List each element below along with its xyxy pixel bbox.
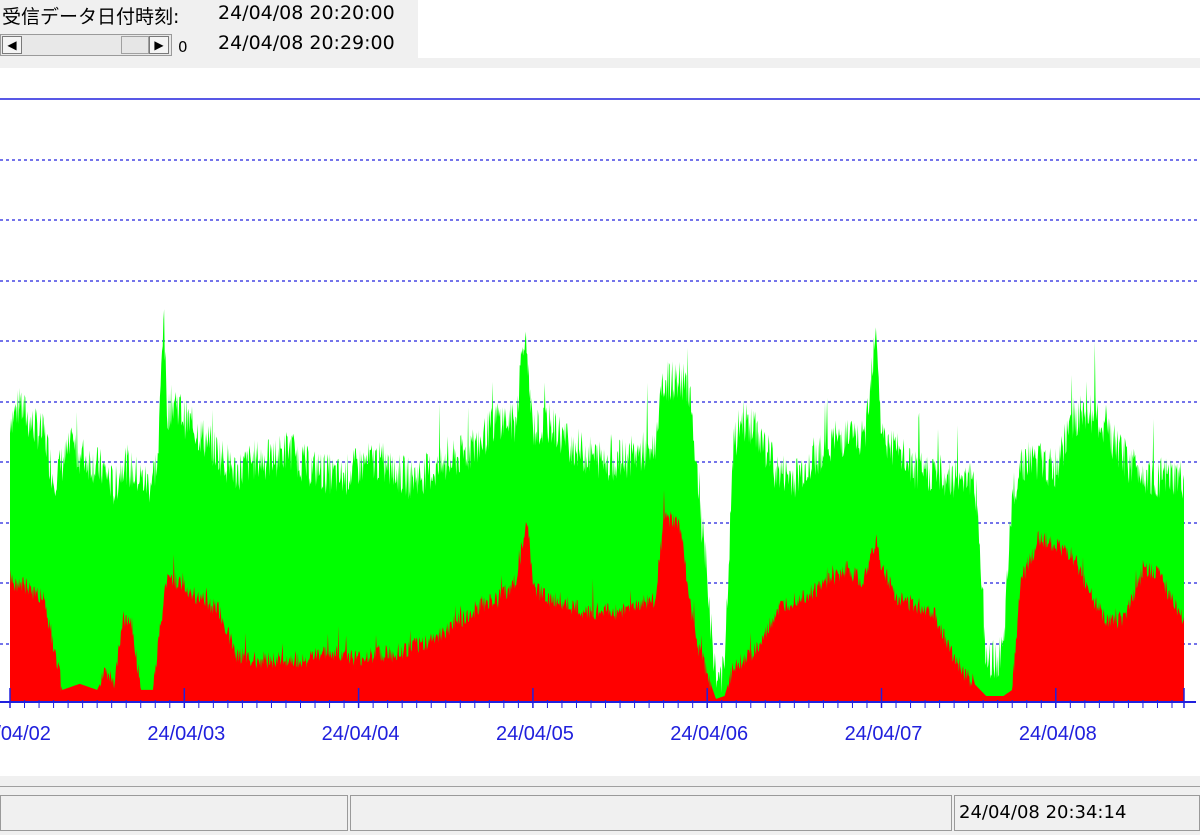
data-chart: 24/04/02 24/04/03 24/04/04 24/04/05 24/04/06… xyxy=(0,98,1200,745)
scroll-left-icon[interactable]: ◀ xyxy=(2,36,22,54)
x-tick-label: 24/04/06 xyxy=(670,723,748,745)
scroll-right-icon[interactable]: ▶ xyxy=(149,36,169,54)
series-layer xyxy=(10,309,1184,702)
header-panel: 受信データ日付時刻: 24/04/08 20:20:00 24/04/08 20… xyxy=(0,0,1200,68)
status-panel-1 xyxy=(0,795,348,831)
end-time-text: 24/04/08 20:29:00 xyxy=(218,32,395,54)
x-tick-label: 24/04/02 xyxy=(0,723,51,745)
header-blank-area xyxy=(418,0,1200,58)
received-datetime-label: 受信データ日付時刻: xyxy=(2,6,180,28)
x-tick-label: 24/04/03 xyxy=(147,723,225,745)
time-scrollbar[interactable]: ◀ ▶ xyxy=(0,34,172,56)
x-tick-label: 24/04/08 xyxy=(1019,723,1097,745)
start-time-text: 24/04/08 20:20:00 xyxy=(218,2,395,24)
status-panel-2 xyxy=(350,795,952,831)
x-tick-label: 24/04/04 xyxy=(322,723,400,745)
status-datetime: 24/04/08 20:34:14 xyxy=(954,795,1200,831)
scrollbar-thumb[interactable] xyxy=(121,36,149,54)
x-tick-label: 24/04/07 xyxy=(845,723,923,745)
scroll-value: 0 xyxy=(178,38,188,56)
status-bar: 24/04/08 20:34:14 xyxy=(0,786,1200,835)
x-tick-label: 24/04/05 xyxy=(496,723,574,745)
chart-area: 24/04/02 24/04/03 24/04/04 24/04/05 24/04/06… xyxy=(0,68,1200,776)
